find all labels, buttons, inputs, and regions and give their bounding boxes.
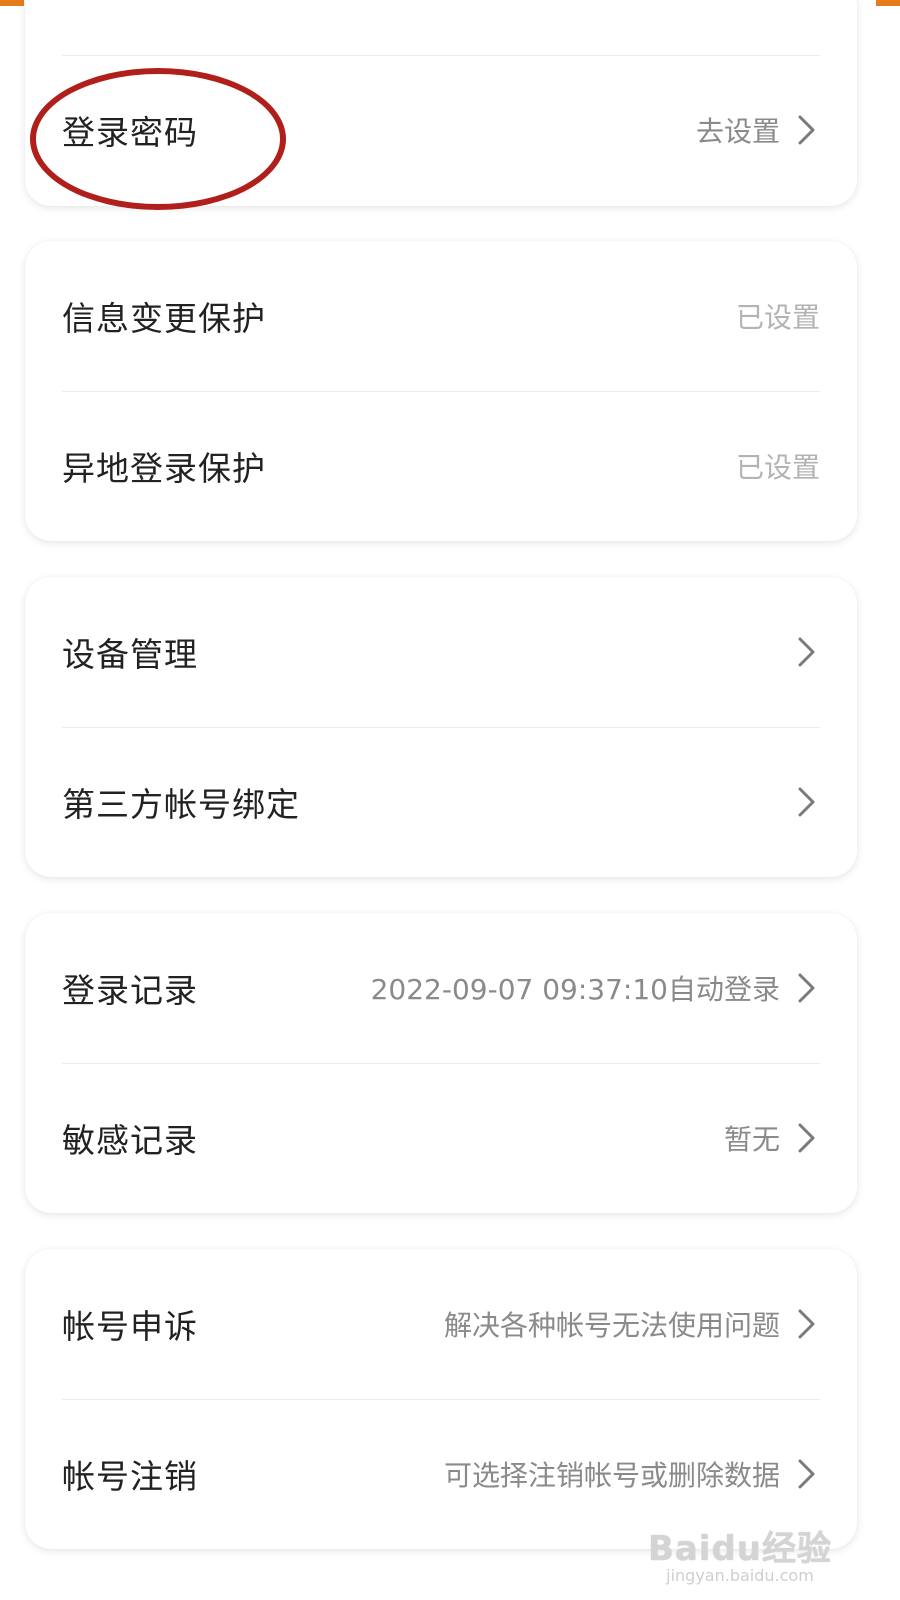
top-left-accent: [0, 0, 24, 6]
row-label: 帐号注销: [62, 1457, 198, 1496]
row-sensitive-records[interactable]: 敏感记录 暂无: [25, 1063, 857, 1213]
chevron-right-icon: [798, 1309, 815, 1339]
chevron-right-icon: [798, 787, 815, 817]
row-remote-login-protection[interactable]: 异地登录保护 已设置: [25, 391, 857, 541]
row-info-change-protection[interactable]: 信息变更保护 已设置: [25, 241, 857, 391]
row-account-appeal[interactable]: 帐号申诉 解决各种帐号无法使用问题: [25, 1249, 857, 1399]
row-label: 信息变更保护: [62, 299, 266, 338]
card-records: 登录记录 2022-09-07 09:37:10自动登录 敏感记录 暂无: [25, 913, 857, 1213]
row-third-party-binding[interactable]: 第三方帐号绑定: [25, 727, 857, 877]
row-blank-top: [25, 0, 857, 55]
card-protection: 信息变更保护 已设置 异地登录保护 已设置: [25, 241, 857, 541]
row-value: 暂无: [723, 1123, 780, 1156]
row-login-records[interactable]: 登录记录 2022-09-07 09:37:10自动登录: [25, 913, 857, 1063]
row-value: 已设置: [735, 451, 820, 484]
row-label: 异地登录保护: [62, 449, 266, 488]
row-value: 去设置: [695, 115, 780, 148]
row-login-password[interactable]: 登录密码 去设置: [25, 55, 857, 205]
chevron-right-icon: [798, 637, 815, 667]
row-value: 已设置: [735, 301, 820, 334]
chevron-right-icon: [798, 115, 815, 145]
row-label: 登录密码: [62, 113, 198, 152]
row-label: 设备管理: [62, 635, 198, 674]
watermark-url: jingyan.baidu.com: [666, 1566, 814, 1585]
row-label: 第三方帐号绑定: [62, 785, 300, 824]
row-device-management[interactable]: 设备管理: [25, 577, 857, 727]
top-right-accent: [876, 0, 900, 6]
row-value: 可选择注销帐号或删除数据: [443, 1459, 780, 1492]
chevron-right-icon: [798, 1123, 815, 1153]
row-label: 帐号申诉: [62, 1307, 198, 1346]
row-label: 敏感记录: [62, 1121, 198, 1160]
card-devices: 设备管理 第三方帐号绑定: [25, 577, 857, 877]
row-value: 解决各种帐号无法使用问题: [443, 1309, 780, 1342]
chevron-right-icon: [798, 1459, 815, 1489]
row-account-cancellation[interactable]: 帐号注销 可选择注销帐号或删除数据: [25, 1399, 857, 1549]
card-login-password: 登录密码 去设置: [25, 0, 857, 206]
row-label: 登录记录: [62, 971, 198, 1010]
row-value: 2022-09-07 09:37:10自动登录: [370, 973, 780, 1006]
chevron-right-icon: [798, 973, 815, 1003]
card-account: 帐号申诉 解决各种帐号无法使用问题 帐号注销 可选择注销帐号或删除数据: [25, 1249, 857, 1549]
